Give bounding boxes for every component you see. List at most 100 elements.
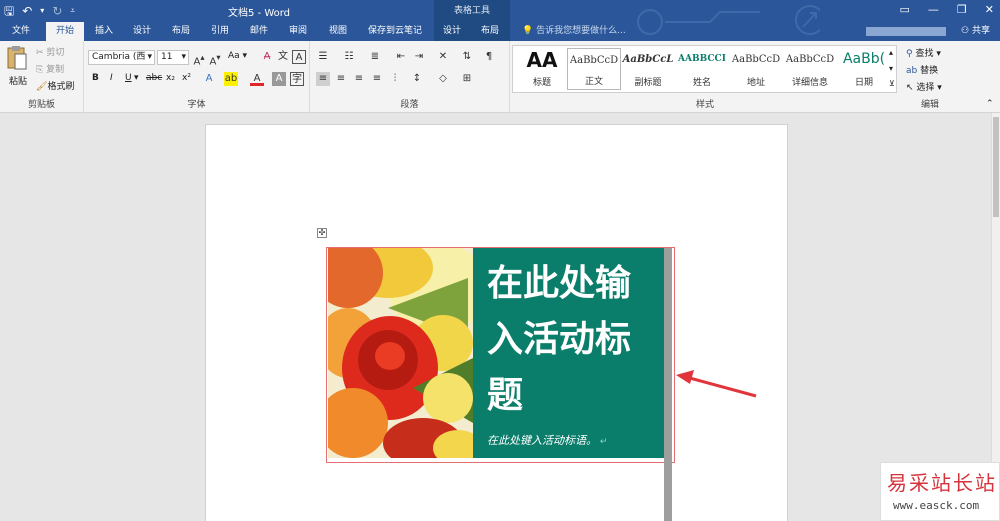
tab-table-design[interactable]: 设计 [436,22,468,41]
save-icon[interactable]: 🖫 [4,2,14,20]
grow-font-icon[interactable]: A▴ [192,50,206,67]
font-name-select[interactable]: Cambria (西 ▾ [88,50,155,65]
tab-review[interactable]: 审阅 [282,22,314,41]
style-subtitle[interactable]: AaBbCcL 副标题 [621,48,675,90]
dropdown-arrow-icon[interactable]: ▾ [40,2,44,20]
tab-table-layout[interactable]: 布局 [474,22,506,41]
event-tagline[interactable]: 在此处键入活动标语。 ↵ [487,432,607,448]
tab-layout[interactable]: 布局 [165,22,197,41]
event-heading-line-3[interactable]: 题 [487,374,523,418]
styles-group-label: 样式 [695,100,714,110]
find-button[interactable]: ⚲ 查找 ▾ [906,46,941,59]
tab-insert[interactable]: 插入 [88,22,120,41]
collapse-ribbon-icon[interactable]: ⌃ [986,99,994,109]
tab-save-to-cloud-notes[interactable]: 保存到云笔记 [362,22,428,41]
replace-button[interactable]: ab 替换 [906,63,938,76]
title-bar: 🖫 ↶ ▾ ↻ ⩡ 文档5 - Word 表格工具 ▭ — ❐ ✕ [0,0,1000,22]
multilevel-list-icon[interactable]: ≣ [368,50,382,64]
borders-icon[interactable]: ⊞ [460,72,474,86]
strikethrough-button[interactable]: abc [146,73,162,83]
tab-file[interactable]: 文件 [4,22,38,41]
paragraph-group-label: 段落 [400,100,419,110]
tab-design[interactable]: 设计 [126,22,158,41]
table-move-handle-icon[interactable]: ✣ [317,228,327,238]
change-case-button[interactable]: Aa ▾ [228,51,247,61]
editing-group-label: 编辑 [920,100,939,110]
search-icon: ⚲ [906,49,913,59]
paste-button[interactable]: 粘贴 [6,45,30,87]
shrink-font-icon[interactable]: A▾ [208,50,222,67]
tab-references[interactable]: 引用 [204,22,236,41]
sort-icon[interactable]: ⇅ [460,50,474,64]
align-right-icon[interactable]: ≡ [352,72,366,86]
event-heading-line-2[interactable]: 入活动标 [487,318,631,362]
bullets-icon[interactable]: ☰ [316,50,330,64]
redo-icon[interactable]: ↻ [52,2,62,20]
tab-view[interactable]: 视图 [322,22,354,41]
numbering-icon[interactable]: ☷ [342,50,356,64]
bold-button[interactable]: B [92,73,99,83]
change-case-label: Aa [228,51,240,61]
event-heading-line-1[interactable]: 在此处输 [487,262,631,306]
subscript-button[interactable]: x₂ [166,73,175,83]
enclose-characters-icon[interactable]: 字 [290,72,304,86]
gallery-more-icon[interactable]: ⊻ [889,79,895,88]
customize-icon[interactable]: ⩡ [70,2,75,20]
chevron-down-icon[interactable]: ▾ [134,73,139,83]
person-icon: ⚇ [961,26,970,36]
user-account[interactable] [866,27,946,36]
highlight-icon[interactable]: ab [224,72,238,86]
find-label: 查找 [915,49,934,59]
style-normal[interactable]: AaBbCcD 正文 [567,48,621,90]
distributed-icon[interactable]: ⫶ [388,72,402,86]
table-tools-header: 表格工具 [434,0,510,22]
style-sample: AA [526,48,558,72]
vertical-scrollbar[interactable] [991,113,1000,521]
gallery-up-icon[interactable]: ▴ [889,48,893,57]
decrease-indent-icon[interactable]: ⇤ [394,50,408,64]
font-size-select[interactable]: 11 ▾ [157,50,189,65]
minimize-icon[interactable]: — [928,3,939,16]
gallery-down-icon[interactable]: ▾ [889,64,893,73]
italic-button[interactable]: I [110,73,113,83]
select-button[interactable]: ↖ 选择 ▾ [906,80,942,93]
style-date[interactable]: AaBb( 日期 [837,48,891,90]
clear-formatting-icon[interactable]: A̶ [260,50,274,64]
format-painter-button[interactable]: 🖌格式刷 [36,79,74,92]
share-button[interactable]: ⚇ 共享 [961,22,990,41]
style-details[interactable]: AaBbCcD 详细信息 [783,48,837,90]
paragraph-group: ☰ ☷ ≣ ⇤ ⇥ ✕ ⇅ ¶ ≡ ≡ ≡ ≡ ⫶ ↕ ◇ ⊞ 段落 [310,41,510,113]
ribbon: 粘贴 ✂ 剪切 ⎘ 复制 🖌格式刷 剪贴板 Cambria (西 ▾ 11 ▾ A▴… [0,41,1000,113]
justify-icon[interactable]: ≡ [370,72,384,86]
restore-icon[interactable]: ❐ [957,3,967,16]
paragraph-mark-icon[interactable]: ¶ [482,50,496,64]
line-spacing-icon[interactable]: ↕ [410,72,424,86]
align-left-icon[interactable]: ≡ [316,72,330,86]
style-name-style[interactable]: AABBCCI 姓名 [675,48,729,90]
character-border-icon[interactable]: A [292,50,306,64]
underline-button[interactable]: U [125,73,132,83]
cut-button[interactable]: ✂ 剪切 [36,45,64,58]
chinese-layout-icon[interactable]: ✕ [436,50,450,64]
close-icon[interactable]: ✕ [985,3,994,16]
character-shading-icon[interactable]: A [272,72,286,86]
font-color-icon[interactable]: A [250,72,264,86]
style-title[interactable]: AA 标题 [515,48,569,90]
tell-me-search[interactable]: 💡 告诉我您想要做什么... [522,22,626,41]
tab-home[interactable]: 开始 [46,22,84,41]
scrollbar-thumb[interactable] [993,117,999,217]
font-size-value: 11 [161,52,173,62]
style-address[interactable]: AaBbCcD 地址 [729,48,783,90]
ribbon-display-icon[interactable]: ▭ [900,3,910,16]
copy-button[interactable]: ⎘ 复制 [36,62,64,75]
superscript-button[interactable]: x² [182,73,191,83]
increase-indent-icon[interactable]: ⇥ [412,50,426,64]
phonetic-guide-icon[interactable]: 文 [276,50,290,64]
shading-icon[interactable]: ◇ [436,72,450,86]
column-resize-bar[interactable] [664,248,672,521]
undo-icon[interactable]: ↶ [22,2,32,20]
window-controls: ▭ — ❐ ✕ [900,3,995,16]
text-effects-icon[interactable]: A [202,72,216,86]
tab-mailings[interactable]: 邮件 [243,22,275,41]
align-center-icon[interactable]: ≡ [334,72,348,86]
